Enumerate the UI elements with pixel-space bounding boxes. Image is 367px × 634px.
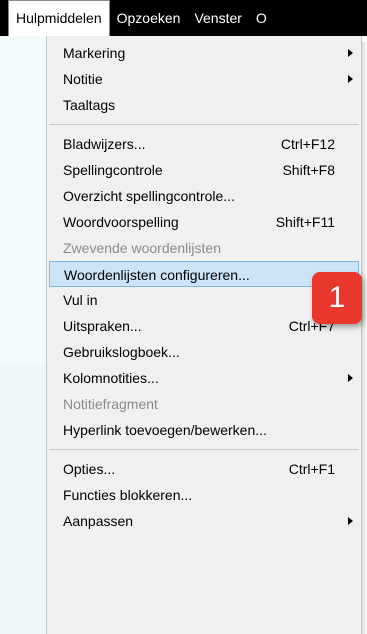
menu-item-label: Aanpassen bbox=[63, 513, 134, 529]
submenu-arrow-icon bbox=[348, 374, 353, 382]
menu-o-partial[interactable]: O bbox=[249, 0, 274, 36]
menu-item-label: Zwevende woordenlijsten bbox=[63, 240, 221, 256]
menu-item-shortcut: Ctrl+F12 bbox=[280, 136, 335, 152]
submenu-arrow-icon bbox=[348, 75, 353, 83]
menu-item-label: Woordenlijsten configureren... bbox=[64, 267, 250, 283]
menu-item-notitiefragment: Notitiefragment bbox=[49, 391, 359, 417]
menu-item-label: Gebruikslogboek... bbox=[63, 344, 180, 360]
menu-item-zwevende-woordenlijsten: Zwevende woordenlijsten bbox=[49, 235, 359, 261]
menu-item-gebruikslogboek[interactable]: Gebruikslogboek... bbox=[49, 339, 359, 365]
menu-item-opties[interactable]: Opties... Ctrl+F1 bbox=[49, 456, 359, 482]
menu-item-label: Taaltags bbox=[63, 97, 116, 113]
menu-item-label: Kolomnotities... bbox=[63, 370, 159, 386]
menu-item-kolomnotities[interactable]: Kolomnotities... bbox=[49, 365, 359, 391]
menu-item-taaltags[interactable]: Taaltags bbox=[49, 92, 359, 118]
menu-item-label: Spellingcontrole bbox=[63, 162, 163, 178]
menu-bar: Hulpmiddelen Opzoeken Venster O bbox=[0, 0, 367, 36]
menu-item-label: Bladwijzers... bbox=[63, 136, 146, 152]
menu-item-aanpassen[interactable]: Aanpassen bbox=[49, 508, 359, 534]
menu-separator bbox=[49, 124, 359, 125]
menu-item-label: Opties... bbox=[63, 461, 116, 477]
menu-item-shortcut: Shift+F11 bbox=[275, 214, 335, 230]
menu-item-markering[interactable]: Markering bbox=[49, 40, 359, 66]
step-badge: 1 bbox=[312, 272, 362, 324]
menu-item-label: Vul in bbox=[63, 292, 98, 308]
menu-item-label: Woordvoorspelling bbox=[63, 214, 179, 230]
menu-item-label: Markering bbox=[63, 45, 126, 61]
menu-venster[interactable]: Venster bbox=[187, 0, 248, 36]
submenu-arrow-icon bbox=[348, 517, 353, 525]
background-panel bbox=[0, 36, 46, 634]
menu-item-functies-blokkeren[interactable]: Functies blokkeren... bbox=[49, 482, 359, 508]
menu-item-spellingcontrole[interactable]: Spellingcontrole Shift+F8 bbox=[49, 157, 359, 183]
menu-item-woordvoorspelling[interactable]: Woordvoorspelling Shift+F11 bbox=[49, 209, 359, 235]
menu-hulpmiddelen[interactable]: Hulpmiddelen bbox=[8, 0, 110, 36]
menu-item-notitie[interactable]: Notitie bbox=[49, 66, 359, 92]
background-tint bbox=[0, 366, 46, 634]
menu-item-overzicht-spellingcontrole[interactable]: Overzicht spellingcontrole... bbox=[49, 183, 359, 209]
menu-item-label: Notitiefragment bbox=[63, 396, 158, 412]
menu-opzoeken[interactable]: Opzoeken bbox=[110, 0, 188, 36]
menu-item-label: Functies blokkeren... bbox=[63, 487, 193, 503]
menu-item-label: Uitspraken... bbox=[63, 318, 142, 334]
menu-item-shortcut: Ctrl+F1 bbox=[288, 461, 335, 477]
menu-item-hyperlink-toevoegen-bewerken[interactable]: Hyperlink toevoegen/bewerken... bbox=[49, 417, 359, 443]
menu-separator bbox=[49, 449, 359, 450]
menu-item-label: Overzicht spellingcontrole... bbox=[63, 188, 235, 204]
submenu-arrow-icon bbox=[348, 49, 353, 57]
menu-item-label: Hyperlink toevoegen/bewerken... bbox=[63, 422, 267, 438]
menu-item-shortcut: Shift+F8 bbox=[282, 162, 335, 178]
hulpmiddelen-dropdown: Markering Notitie Taaltags Bladwijzers... Ct… bbox=[46, 36, 367, 634]
menu-item-bladwijzers[interactable]: Bladwijzers... Ctrl+F12 bbox=[49, 131, 359, 157]
menu-item-label: Notitie bbox=[63, 71, 103, 87]
